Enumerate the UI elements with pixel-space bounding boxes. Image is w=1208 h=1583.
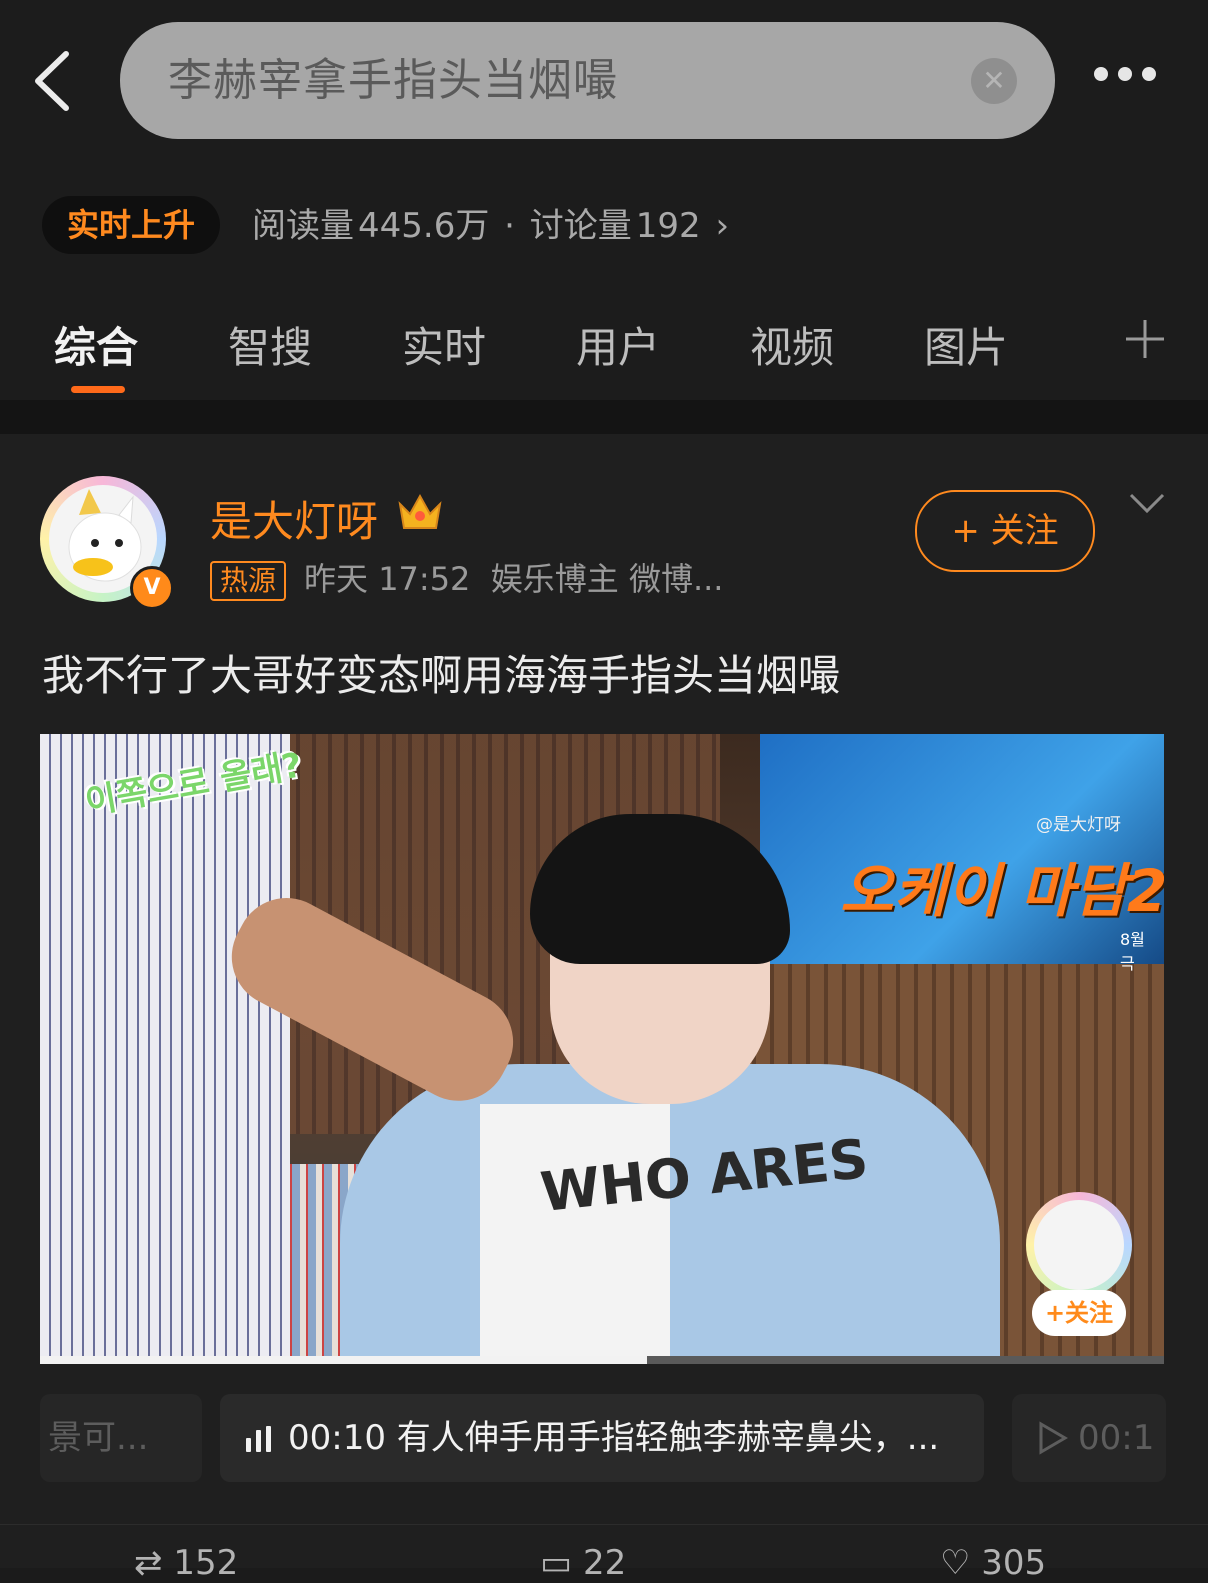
video-follow-button[interactable]: +关注	[1032, 1290, 1126, 1336]
tab-videos[interactable]: 视频	[750, 314, 834, 375]
post-time: 昨天 17:52	[304, 560, 471, 598]
close-icon: ✕	[982, 64, 1006, 97]
post-source: 娱乐博主 微博...	[490, 560, 724, 598]
post-meta: 热源 昨天 17:52 娱乐博主 微博...	[210, 554, 723, 601]
top-bar: 李赫宰拿手指头当烟嘬 ✕ 实时上升 阅读量 445.6万 · 讨论量 192 › 综…	[0, 0, 1208, 400]
trending-badge: 实时上升	[42, 196, 220, 254]
tab-users[interactable]: 用户	[576, 314, 660, 375]
reads-count: 445.6万	[358, 206, 490, 246]
video-watermark: @是大灯呀	[1036, 815, 1121, 835]
tab-images[interactable]: 图片	[924, 314, 1008, 375]
poster-title: 오케이 마담2	[840, 857, 1164, 925]
add-tab-button[interactable]	[1124, 318, 1166, 360]
chapter-chip-next[interactable]: 00:1	[1012, 1394, 1166, 1482]
video-progress-fill	[40, 1356, 647, 1364]
post-text: 我不行了大哥好变态啊用海海手指头当烟嘬	[42, 651, 841, 700]
chevron-down-icon[interactable]	[1128, 492, 1166, 516]
chevron-left-icon	[35, 51, 69, 111]
chapter-chip-prev[interactable]: 景可...	[40, 1394, 202, 1482]
repost-count: 152	[173, 1543, 239, 1583]
crown-icon	[398, 493, 442, 529]
verified-badge: V	[130, 566, 174, 610]
tab-comprehensive[interactable]: 综合	[54, 314, 138, 375]
chevron-right-icon: ›	[715, 206, 730, 246]
chapter-chip-current[interactable]: 00:10 有人伸手用手指轻触李赫宰鼻尖，...	[220, 1394, 984, 1482]
stats-separator: ·	[504, 206, 515, 246]
chapter-next-time: 00:1	[1078, 1418, 1155, 1458]
poster-subtitle: 8월 극	[1120, 930, 1145, 973]
active-tab-indicator	[71, 386, 125, 393]
comment-icon: ▭	[540, 1543, 573, 1583]
search-input[interactable]: 李赫宰拿手指头当烟嘬	[168, 22, 948, 139]
search-bar[interactable]: 李赫宰拿手指头当烟嘬 ✕	[120, 22, 1055, 139]
tab-bar: 综合 智搜 实时 用户 视频 图片	[0, 300, 1208, 400]
tab-smart-search[interactable]: 智搜	[228, 314, 312, 375]
dot-icon	[1094, 67, 1108, 81]
blue-shirt	[340, 1064, 1000, 1364]
repost-button[interactable]: ⇄ 152	[134, 1543, 238, 1583]
hot-source-tag: 热源	[210, 561, 287, 601]
repost-icon: ⇄	[134, 1543, 163, 1583]
back-button[interactable]	[28, 46, 80, 116]
like-button[interactable]: ♡ 305	[940, 1543, 1046, 1583]
reads-label: 阅读量	[252, 206, 354, 246]
more-options-button[interactable]	[1094, 66, 1166, 96]
discuss-count: 192	[635, 206, 701, 246]
follow-button[interactable]: + 关注	[915, 490, 1095, 572]
author-name[interactable]: 是大灯呀	[210, 488, 378, 549]
clear-search-button[interactable]: ✕	[971, 58, 1017, 104]
play-icon	[1039, 1421, 1068, 1455]
dot-icon	[1142, 67, 1156, 81]
tab-realtime[interactable]: 实时	[402, 314, 486, 375]
chapter-text: 00:10 有人伸手用手指轻触李赫宰鼻尖，...	[288, 1418, 940, 1458]
striped-sleeve	[40, 734, 290, 1364]
action-bar: ⇄ 152 ▭ 22 ♡ 305	[0, 1524, 1208, 1583]
like-count: 305	[981, 1543, 1047, 1583]
video-chapters: 景可... 00:10 有人伸手用手指轻触李赫宰鼻尖，... 00:1	[0, 1394, 1208, 1486]
post-card: V 是大灯呀 热源 昨天 17:52 娱乐博主 微博... + 关注 我不行了大哥…	[0, 434, 1208, 1583]
video-player[interactable]: 오케이 마담2 8월 극 @是大灯呀 WHO ARES 이쪽으로 올래? +关注	[40, 734, 1164, 1364]
person-hair	[530, 814, 790, 964]
dot-icon	[1118, 67, 1132, 81]
video-progress-bar[interactable]	[40, 1356, 1164, 1364]
thumb-up-icon: ♡	[940, 1543, 971, 1583]
discuss-label: 讨论量	[529, 206, 632, 246]
section-divider	[0, 400, 1208, 434]
comment-button[interactable]: ▭ 22	[540, 1543, 626, 1583]
white-tee	[480, 1104, 670, 1364]
comment-count: 22	[582, 1543, 627, 1583]
audio-bars-icon	[246, 1426, 274, 1452]
topic-stats[interactable]: 阅读量 445.6万 · 讨论量 192 ›	[252, 202, 733, 250]
plus-icon	[1126, 320, 1164, 358]
video-author-avatar[interactable]	[1026, 1192, 1132, 1298]
